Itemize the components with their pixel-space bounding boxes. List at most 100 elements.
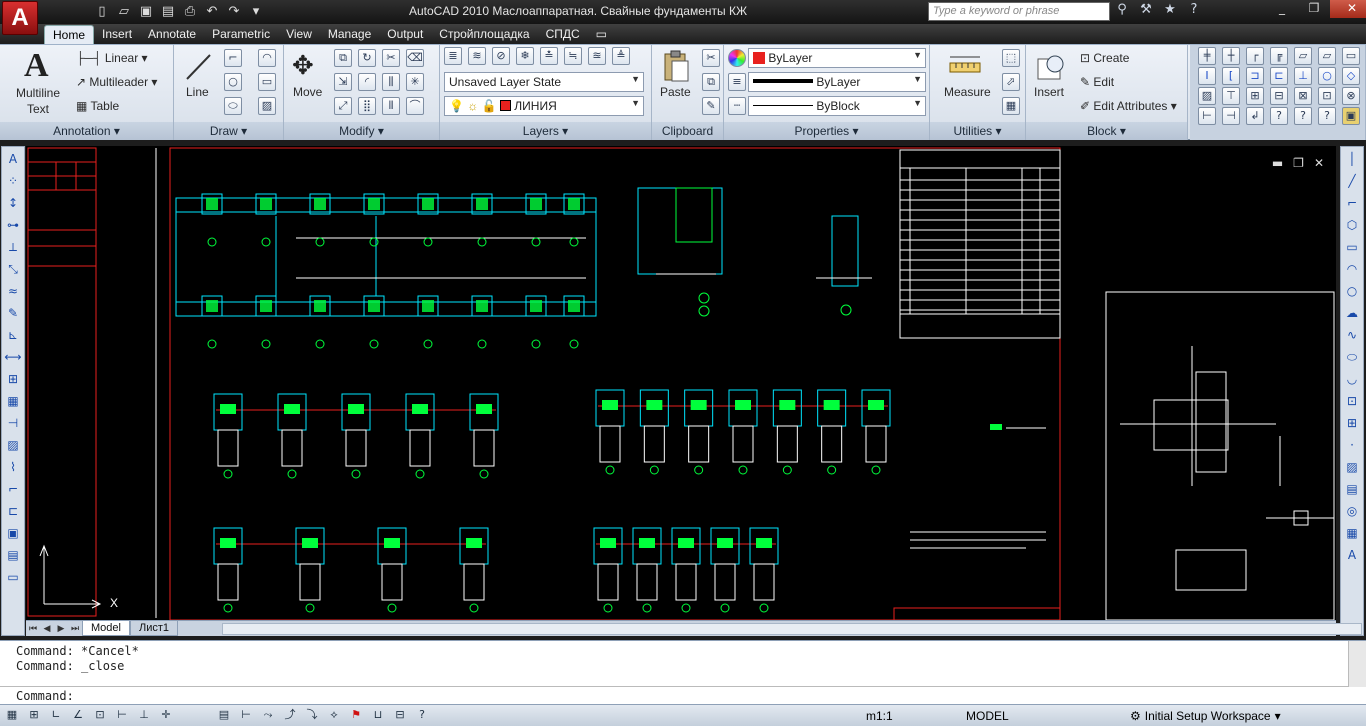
- tool-28-icon[interactable]: ▣: [1342, 107, 1360, 125]
- command-scrollbar[interactable]: [1348, 641, 1366, 687]
- rotate-icon[interactable]: ↻: [358, 49, 376, 67]
- open-file-icon[interactable]: ▱: [116, 4, 132, 20]
- search-input[interactable]: Type a keyword or phrase: [928, 2, 1110, 21]
- panel-title-properties[interactable]: Properties ▾: [724, 122, 929, 140]
- layer-state-select[interactable]: Unsaved Layer State ▼: [444, 72, 644, 92]
- tool-23-icon[interactable]: ⊣: [1222, 107, 1240, 125]
- break-icon[interactable]: ⌇: [3, 457, 23, 477]
- grid-axis-icon[interactable]: ⊞: [3, 369, 23, 389]
- dim-aligned-icon[interactable]: ⟂: [3, 237, 23, 257]
- tool-11-icon[interactable]: ⊏: [1270, 67, 1288, 85]
- new-file-icon[interactable]: ▯: [94, 4, 110, 20]
- tool-5-icon[interactable]: ▱: [1294, 47, 1312, 65]
- wave-icon[interactable]: ≈: [3, 281, 23, 301]
- grid-icon[interactable]: ⊞: [26, 707, 42, 723]
- polygon-icon[interactable]: ⬡: [1342, 215, 1362, 235]
- dim-chain-icon[interactable]: ⊶: [3, 215, 23, 235]
- move-icon[interactable]: ✥: [292, 51, 314, 81]
- workspace-switcher[interactable]: ⚙ Initial Setup Workspace ▾: [1130, 709, 1281, 723]
- save-as-icon[interactable]: ▤: [160, 4, 176, 20]
- tool-13-icon[interactable]: ○: [1318, 67, 1336, 85]
- trim-icon[interactable]: ✂: [382, 49, 400, 67]
- panel-title-draw[interactable]: Draw ▾: [174, 122, 283, 140]
- panel-title-layers[interactable]: Layers ▾: [440, 122, 651, 140]
- tool-8-icon[interactable]: I: [1198, 67, 1216, 85]
- model-space-toggle[interactable]: MODEL: [966, 709, 1009, 723]
- qat-menu-icon[interactable]: ▾: [248, 4, 264, 20]
- hatch-r-icon[interactable]: ▨: [1342, 457, 1362, 477]
- tab-insert[interactable]: Insert: [94, 25, 140, 44]
- leader-icon[interactable]: ⤡: [3, 259, 23, 279]
- tool-26-icon[interactable]: ?: [1294, 107, 1312, 125]
- tool-16-icon[interactable]: ⊤: [1222, 87, 1240, 105]
- tab-view[interactable]: View: [278, 25, 320, 44]
- fillet-icon[interactable]: ◜: [358, 73, 376, 91]
- line-r-icon[interactable]: │: [1342, 149, 1362, 169]
- insert-block-icon[interactable]: [1036, 51, 1068, 83]
- drawing-viewport[interactable]: ▬ ❐ ✕ X: [26, 146, 1336, 620]
- tool-6-icon[interactable]: ▱: [1318, 47, 1336, 65]
- create-block-button[interactable]: ⊡ Create: [1080, 51, 1129, 65]
- paste-icon[interactable]: [662, 49, 690, 83]
- dyn-icon[interactable]: ✛: [158, 707, 174, 723]
- save-icon[interactable]: ▣: [138, 4, 154, 20]
- polyline-r-icon[interactable]: ⌐: [1342, 193, 1362, 213]
- level-mark-icon[interactable]: ⊾: [3, 325, 23, 345]
- tab-annotate[interactable]: Annotate: [140, 25, 204, 44]
- calculator-icon[interactable]: ▦: [1002, 97, 1020, 115]
- table-button[interactable]: ▦ Table: [76, 99, 119, 113]
- next-tab-icon[interactable]: ▶: [54, 622, 68, 636]
- panel-title-clipboard[interactable]: Clipboard: [652, 122, 723, 140]
- gradient-icon[interactable]: ▤: [1342, 479, 1362, 499]
- viewport-minimize-icon[interactable]: ▬: [1272, 156, 1283, 170]
- layer-unisolate-icon[interactable]: ≊: [588, 47, 606, 65]
- color-wheel-icon[interactable]: [728, 49, 746, 67]
- polyline-icon[interactable]: ⌐: [224, 49, 242, 67]
- spline-icon[interactable]: ∿: [1342, 325, 1362, 345]
- weld-icon[interactable]: ⌐: [3, 479, 23, 499]
- favorites-star-icon[interactable]: ★: [1162, 2, 1178, 18]
- tool-10-icon[interactable]: ⊐: [1246, 67, 1264, 85]
- layout-status-icon[interactable]: ▤: [216, 707, 232, 723]
- array-icon[interactable]: ⣿: [358, 97, 376, 115]
- print-icon[interactable]: ⎙: [182, 4, 198, 20]
- tab-model[interactable]: Model: [82, 621, 130, 636]
- arc-r-icon[interactable]: ◠: [1342, 259, 1362, 279]
- tab-stroyploshchadka[interactable]: Стройплощадка: [431, 25, 537, 44]
- communication-icon[interactable]: ⚒: [1138, 2, 1154, 18]
- binoculars-icon[interactable]: ⚲: [1114, 2, 1130, 18]
- undo-icon[interactable]: ↶: [204, 4, 220, 20]
- measure-icon[interactable]: [948, 53, 982, 79]
- close-button[interactable]: ✕: [1330, 0, 1366, 18]
- stretch-icon[interactable]: ⇲: [334, 73, 352, 91]
- erase-icon[interactable]: ⌫: [406, 49, 424, 67]
- polar-icon[interactable]: ∠: [70, 707, 86, 723]
- text-icon[interactable]: A: [3, 149, 23, 169]
- current-layer-select[interactable]: 💡 ☼ 🔓 ЛИНИЯ ▼: [444, 96, 644, 116]
- quick-select-icon[interactable]: ⬚: [1002, 49, 1020, 67]
- tool-17-icon[interactable]: ⊞: [1246, 87, 1264, 105]
- linetype-select[interactable]: ByBlock ▼: [748, 96, 926, 116]
- tab-parametric[interactable]: Parametric: [204, 25, 278, 44]
- otrack-icon[interactable]: ⊢: [114, 707, 130, 723]
- lineweight-select[interactable]: ByLayer ▼: [748, 72, 926, 92]
- tool-24-icon[interactable]: ↲: [1246, 107, 1264, 125]
- offset-icon[interactable]: ⫴: [382, 97, 400, 115]
- copy-clip-icon[interactable]: ⧉: [702, 73, 720, 91]
- panel-title-utilities[interactable]: Utilities ▾: [930, 122, 1025, 140]
- rectangle-icon[interactable]: ▭: [258, 73, 276, 91]
- line-icon[interactable]: [184, 51, 214, 83]
- flag-icon[interactable]: ⚑: [348, 707, 364, 723]
- multileader-button[interactable]: ↗ Multileader ▾: [76, 75, 157, 89]
- snap-icon[interactable]: ▦: [4, 707, 20, 723]
- tool-d-icon[interactable]: ⤵: [304, 707, 320, 723]
- edit-attributes-button[interactable]: ✐ Edit Attributes ▾: [1080, 99, 1177, 113]
- table-icon[interactable]: ▦: [3, 391, 23, 411]
- minimize-button[interactable]: _: [1266, 0, 1298, 18]
- application-menu-button[interactable]: A: [2, 1, 38, 35]
- layer-off-icon[interactable]: ⊘: [492, 47, 510, 65]
- osnap-icon[interactable]: ⊡: [92, 707, 108, 723]
- first-tab-icon[interactable]: ⏮: [26, 622, 40, 636]
- construction-line-icon[interactable]: ╱: [1342, 171, 1362, 191]
- copy-icon[interactable]: ⧉: [334, 49, 352, 67]
